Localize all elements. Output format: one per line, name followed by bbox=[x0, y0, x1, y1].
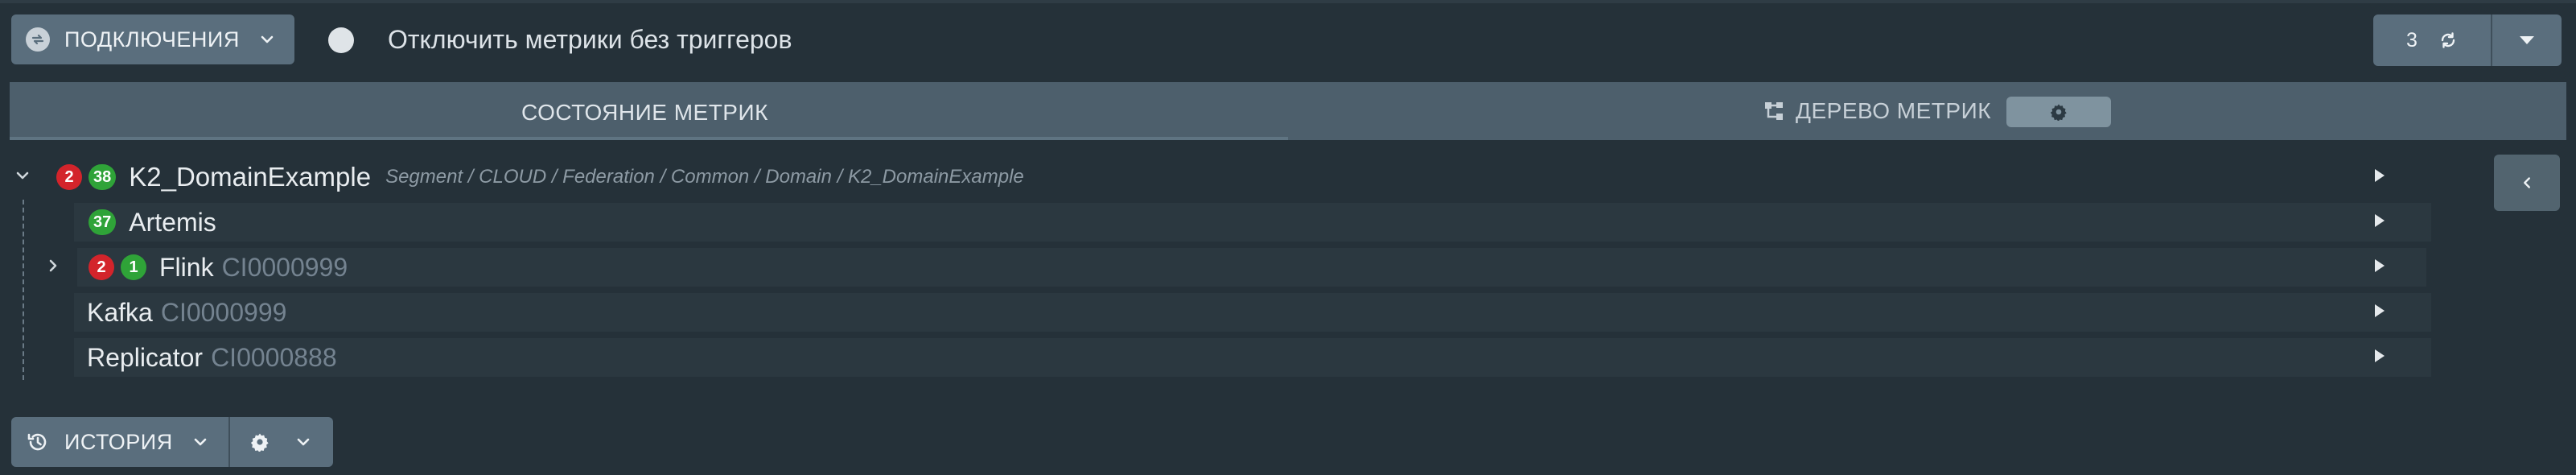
history-dropdown-button[interactable]: ИСТОРИЯ bbox=[11, 417, 228, 467]
node-name: Replicator bbox=[87, 342, 204, 372]
node-name: K2_DomainExample bbox=[129, 162, 372, 192]
connections-label: ПОДКЛЮЧЕНИЯ bbox=[64, 27, 240, 52]
node-name: Flink bbox=[159, 252, 214, 282]
tab-metrics-state[interactable]: СОСТОЯНИЕ МЕТРИК bbox=[521, 100, 768, 126]
chevron-down-icon bbox=[194, 438, 207, 446]
play-icon[interactable] bbox=[2375, 169, 2385, 182]
expand-node-chevron-icon[interactable] bbox=[43, 256, 63, 275]
node-path: Segment / CLOUD / Federation / Common / … bbox=[385, 166, 1024, 188]
alert-count-badge: 2 bbox=[56, 164, 82, 190]
disable-metrics-label: Отключить метрики без триггеров bbox=[388, 25, 792, 54]
connections-dropdown-button[interactable]: ПОДКЛЮЧЕНИЯ bbox=[11, 14, 294, 64]
active-tab-indicator bbox=[10, 137, 1288, 140]
tree-node-replicator[interactable]: Replicator CI0000888 bbox=[74, 338, 2431, 377]
disable-metrics-toggle[interactable] bbox=[328, 27, 354, 53]
refresh-options-button[interactable] bbox=[2492, 14, 2562, 66]
tree-structure-icon bbox=[1765, 102, 1783, 120]
top-border bbox=[0, 0, 2576, 3]
gear-icon bbox=[2050, 104, 2067, 121]
tree-node-artemis[interactable]: 37 Artemis bbox=[74, 203, 2431, 242]
tree-node-kafka[interactable]: Kafka CI0000999 bbox=[74, 293, 2431, 332]
caret-down-icon bbox=[2520, 36, 2534, 44]
play-icon[interactable] bbox=[2375, 214, 2385, 227]
refresh-button-group: 3 bbox=[2373, 14, 2562, 66]
chevron-down-icon bbox=[261, 35, 274, 43]
history-icon bbox=[27, 433, 47, 451]
history-button-group: ИСТОРИЯ bbox=[11, 417, 333, 467]
play-icon[interactable] bbox=[2375, 304, 2385, 317]
ok-count-badge: 38 bbox=[88, 164, 117, 190]
gear-icon bbox=[250, 433, 269, 452]
node-name: Artemis bbox=[129, 207, 216, 237]
refresh-icon bbox=[2441, 32, 2455, 48]
collapse-root-chevron-icon[interactable] bbox=[13, 166, 32, 185]
node-ci-code: CI0000999 bbox=[221, 252, 348, 282]
tree-settings-button[interactable] bbox=[2006, 97, 2111, 127]
ok-count-badge: 1 bbox=[121, 254, 146, 280]
tab-bar: СОСТОЯНИЕ МЕТРИК ДЕРЕВО МЕТРИК bbox=[10, 82, 2566, 140]
play-icon[interactable] bbox=[2375, 259, 2385, 272]
node-ci-code: CI0000888 bbox=[211, 342, 337, 372]
history-settings-button[interactable] bbox=[230, 417, 333, 467]
history-label: ИСТОРИЯ bbox=[64, 429, 173, 454]
tree-guide-line bbox=[23, 200, 24, 380]
refresh-button[interactable]: 3 bbox=[2373, 14, 2491, 66]
tab-metrics-tree[interactable]: ДЕРЕВО МЕТРИК bbox=[1763, 98, 1991, 124]
node-ci-code: CI0000999 bbox=[160, 297, 287, 327]
alert-count-badge: 2 bbox=[88, 254, 114, 280]
collapse-panel-button[interactable] bbox=[2494, 155, 2560, 211]
connections-icon bbox=[26, 27, 50, 52]
node-name: Kafka bbox=[87, 297, 153, 327]
ok-count-badge: 37 bbox=[88, 209, 117, 235]
refresh-count: 3 bbox=[2406, 28, 2418, 52]
tab-metrics-tree-label: ДЕРЕВО МЕТРИК bbox=[1796, 98, 1992, 123]
tree-node-flink[interactable]: 2 1 Flink CI0000999 bbox=[77, 248, 2426, 287]
chevron-left-icon bbox=[2524, 177, 2530, 188]
chevron-down-icon bbox=[297, 438, 310, 446]
play-icon[interactable] bbox=[2375, 349, 2385, 362]
tree-node-root[interactable]: 2 38 K2_DomainExample Segment / CLOUD / … bbox=[56, 158, 2389, 196]
